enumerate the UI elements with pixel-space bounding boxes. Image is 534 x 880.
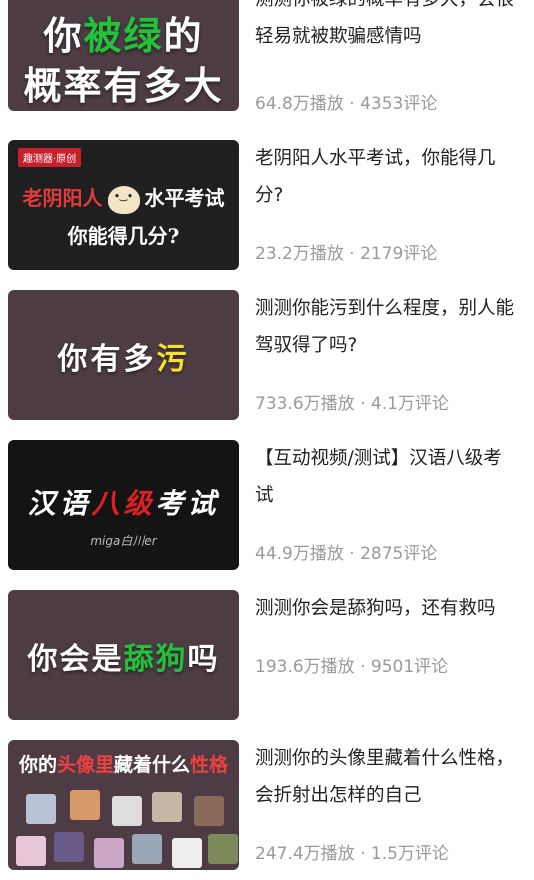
avatar bbox=[152, 792, 182, 822]
video-thumbnail[interactable]: 你被绿的 概率有多大 bbox=[8, 0, 239, 111]
video-stats: 23.2万播放 · 2179评论 bbox=[255, 244, 438, 264]
avatar bbox=[208, 834, 238, 864]
thumb-text: 你的 bbox=[18, 754, 57, 776]
thumb-highlight: 被绿 bbox=[83, 14, 164, 58]
meme-face-icon bbox=[105, 183, 142, 216]
video-thumbnail[interactable]: 趣测器·原创 老阴阳人 水平考试 你能得几分? bbox=[8, 140, 239, 270]
thumb-highlight: 八级 bbox=[91, 487, 156, 520]
thumb-tag: 趣测器·原创 bbox=[18, 148, 82, 167]
avatar bbox=[172, 838, 202, 868]
video-stats: 247.4万播放 · 1.5万评论 bbox=[255, 844, 449, 864]
thumb-highlight: 舔狗 bbox=[123, 642, 188, 677]
thumb-author: miga白川er bbox=[90, 534, 157, 548]
avatar bbox=[94, 838, 124, 868]
video-title[interactable]: 【互动视频/测试】汉语八级考试 bbox=[255, 440, 520, 514]
video-item[interactable]: 你的头像里藏着什么性格 测测你的头像里藏着什么性格，会折射出怎样的自己 247.… bbox=[0, 740, 534, 880]
video-thumbnail[interactable]: 你有多污 bbox=[8, 290, 239, 420]
video-thumbnail[interactable]: 你会是舔狗吗 bbox=[8, 590, 239, 720]
video-title[interactable]: 老阴阳人水平考试，你能得几分? bbox=[255, 140, 520, 214]
video-title[interactable]: 测测你会是舔狗吗，还有救吗 bbox=[255, 590, 520, 627]
video-item[interactable]: 趣测器·原创 老阴阳人 水平考试 你能得几分? 老阴阳人水平考试，你能得几分? 2… bbox=[0, 140, 534, 280]
avatar bbox=[70, 790, 100, 820]
video-title[interactable]: 测测你被绿的概率有多大，会很轻易就被欺骗感情吗 bbox=[255, 0, 520, 55]
video-item[interactable]: 汉语八级考试 miga白川er 【互动视频/测试】汉语八级考试 44.9万播放 … bbox=[0, 440, 534, 580]
avatar bbox=[132, 834, 162, 864]
video-title[interactable]: 测测你的头像里藏着什么性格，会折射出怎样的自己 bbox=[255, 740, 520, 814]
thumb-text: 你能得几分? bbox=[67, 224, 180, 248]
thumb-text: 你 bbox=[43, 14, 84, 58]
thumb-text: 考试 bbox=[155, 487, 220, 520]
video-title[interactable]: 测测你能污到什么程度，别人能驾驭得了吗? bbox=[255, 290, 520, 364]
thumb-highlight: 污 bbox=[156, 342, 190, 377]
video-stats: 733.6万播放 · 4.1万评论 bbox=[255, 394, 449, 414]
thumb-text: 概率有多大 bbox=[23, 64, 224, 108]
avatar bbox=[194, 796, 224, 826]
thumb-text: 汉语 bbox=[27, 487, 92, 520]
thumb-text: 吗 bbox=[187, 642, 220, 677]
thumb-highlight: 性格 bbox=[190, 754, 229, 776]
video-stats: 44.9万播放 · 2875评论 bbox=[255, 544, 438, 564]
thumb-highlight: 头像里 bbox=[56, 754, 114, 776]
thumb-highlight: 老阴阳人 bbox=[22, 186, 103, 210]
avatar bbox=[26, 794, 56, 824]
video-item[interactable]: 你会是舔狗吗 测测你会是舔狗吗，还有救吗 193.6万播放 · 9501评论 bbox=[0, 590, 534, 730]
thumb-text: 藏着什么 bbox=[114, 754, 191, 776]
video-item[interactable]: 你有多污 测测你能污到什么程度，别人能驾驭得了吗? 733.6万播放 · 4.1… bbox=[0, 290, 534, 430]
avatar bbox=[112, 796, 142, 826]
thumb-text: 的 bbox=[163, 14, 204, 58]
video-thumbnail[interactable]: 你的头像里藏着什么性格 bbox=[8, 740, 239, 870]
video-stats: 193.6万播放 · 9501评论 bbox=[255, 657, 449, 677]
avatar bbox=[16, 836, 46, 866]
thumb-text: 你有多 bbox=[57, 342, 157, 377]
thumb-text: 你会是 bbox=[27, 642, 124, 677]
thumb-text: 水平考试 bbox=[144, 186, 225, 210]
video-thumbnail[interactable]: 汉语八级考试 miga白川er bbox=[8, 440, 239, 570]
video-item[interactable]: 你被绿的 概率有多大 测测你被绿的概率有多大，会很轻易就被欺骗感情吗 64.8万… bbox=[0, 0, 534, 121]
avatar bbox=[54, 832, 84, 862]
video-stats: 64.8万播放 · 4353评论 bbox=[255, 94, 438, 114]
